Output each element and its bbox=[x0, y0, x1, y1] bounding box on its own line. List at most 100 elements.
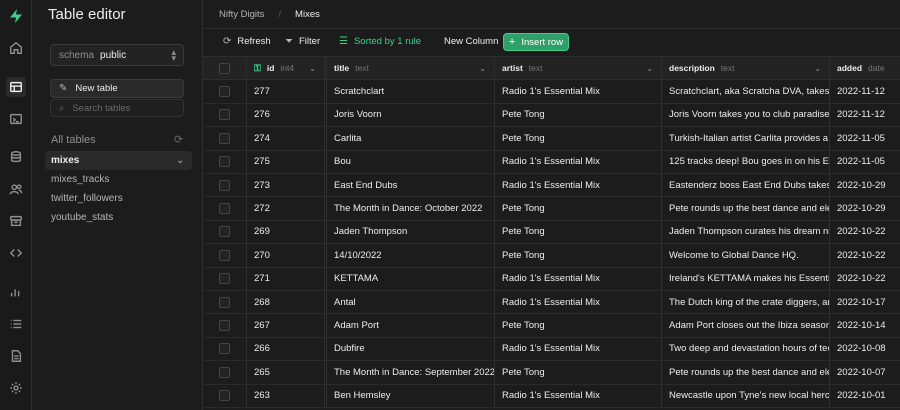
cell-title[interactable]: Bou bbox=[326, 150, 495, 173]
new-table-button[interactable]: ✎ New table bbox=[50, 79, 184, 98]
cell-description[interactable]: Jaden Thompson curates his dream night bbox=[662, 220, 830, 244]
row-checkbox[interactable] bbox=[219, 249, 230, 261]
table-row[interactable]: 273 East End Dubs Radio 1's Essential Mix E… bbox=[203, 174, 900, 198]
cell-id[interactable]: 266 bbox=[247, 337, 325, 361]
cell-artist[interactable]: Radio 1's Essential Mix bbox=[495, 174, 662, 197]
logs-icon[interactable] bbox=[6, 314, 26, 334]
users-icon[interactable] bbox=[6, 179, 26, 199]
breadcrumb-project[interactable]: Nifty Digits bbox=[219, 9, 264, 20]
cell-id[interactable]: 267 bbox=[247, 314, 325, 337]
table-row[interactable]: 274 Carlita Pete Tong Turkish-Italian artis… bbox=[203, 127, 900, 151]
insert-row-button[interactable]: + Insert row bbox=[503, 33, 569, 51]
table-item-youtube-stats[interactable]: youtube_stats bbox=[45, 208, 192, 227]
cell-id[interactable]: 265 bbox=[247, 361, 325, 384]
table-row[interactable]: 265 The Month in Dance: September 2022 Pet… bbox=[203, 361, 900, 385]
refresh-tables-icon[interactable]: ⟳ bbox=[174, 133, 183, 146]
chevron-down-icon[interactable]: ⌄ bbox=[646, 64, 653, 73]
cell-title[interactable]: Antal bbox=[326, 291, 495, 314]
table-item-twitter-followers[interactable]: twitter_followers bbox=[45, 189, 192, 208]
table-row[interactable]: 268 Antal Radio 1's Essential Mix The Dutch… bbox=[203, 291, 900, 315]
cell-title[interactable]: Joris Voorn bbox=[326, 103, 495, 127]
cell-description[interactable]: Pete rounds up the best dance and electr… bbox=[662, 197, 830, 220]
row-checkbox[interactable] bbox=[219, 86, 230, 98]
database-icon[interactable] bbox=[6, 147, 26, 167]
cell-description[interactable]: Eastenderz boss East End Dubs takes over bbox=[662, 174, 830, 197]
table-row[interactable]: 275 Bou Radio 1's Essential Mix 125 tracks … bbox=[203, 150, 900, 174]
storage-icon[interactable] bbox=[6, 211, 26, 231]
table-editor-icon[interactable] bbox=[6, 77, 26, 97]
cell-artist[interactable]: Pete Tong bbox=[495, 220, 662, 244]
cell-title[interactable]: Carlita bbox=[326, 127, 495, 150]
row-checkbox[interactable] bbox=[219, 109, 230, 121]
cell-artist[interactable]: Pete Tong bbox=[495, 103, 662, 127]
search-tables-input[interactable]: ⌕ Search tables bbox=[50, 99, 184, 117]
table-row[interactable]: 267 Adam Port Pete Tong Adam Port closes ou… bbox=[203, 314, 900, 338]
cell-added[interactable]: 2022-10-17 bbox=[830, 291, 900, 313]
column-header-title[interactable]: title text ⌄ bbox=[326, 57, 495, 80]
docs-icon[interactable] bbox=[6, 346, 26, 366]
column-header-id[interactable]: ⚿ id int4 ⌄ bbox=[247, 57, 325, 80]
cell-description[interactable]: Adam Port closes out the Ibiza season wi… bbox=[662, 314, 830, 337]
cell-artist[interactable]: Pete Tong bbox=[495, 244, 662, 267]
table-row[interactable]: 269 Jaden Thompson Pete Tong Jaden Thompson… bbox=[203, 220, 900, 245]
cell-description[interactable]: Newcastle upon Tyne's new local hero Be bbox=[662, 384, 830, 407]
sql-editor-icon[interactable] bbox=[6, 109, 26, 129]
cell-added[interactable]: 2022-10-29 bbox=[830, 197, 900, 219]
settings-gear-icon[interactable] bbox=[6, 378, 26, 398]
column-header-added[interactable]: added date bbox=[830, 57, 900, 79]
cell-title[interactable]: Jaden Thompson bbox=[326, 220, 495, 244]
cell-artist[interactable]: Pete Tong bbox=[495, 197, 662, 220]
row-checkbox[interactable] bbox=[219, 179, 230, 191]
cell-added[interactable]: 2022-10-22 bbox=[830, 221, 900, 243]
supabase-logo-icon[interactable] bbox=[6, 6, 26, 26]
cell-added[interactable]: 2022-11-12 bbox=[830, 80, 900, 102]
cell-description[interactable]: Ireland's KETTAMA makes his Essential Mi bbox=[662, 267, 830, 290]
chevron-down-icon[interactable]: ⌄ bbox=[176, 155, 184, 166]
cell-description[interactable]: The Dutch king of the crate diggers, and… bbox=[662, 291, 830, 314]
table-item-mixes[interactable]: mixes ⌄ bbox=[45, 151, 192, 170]
cell-description[interactable]: Turkish-Italian artist Carlita provides … bbox=[662, 127, 830, 150]
cell-id[interactable]: 271 bbox=[247, 267, 325, 290]
cell-id[interactable]: 263 bbox=[247, 384, 325, 407]
cell-artist[interactable]: Pete Tong bbox=[495, 361, 662, 384]
code-icon[interactable] bbox=[6, 243, 26, 263]
cell-title[interactable]: Ben Hemsley bbox=[326, 384, 495, 407]
cell-title[interactable]: Dubfire bbox=[326, 337, 495, 361]
row-checkbox[interactable] bbox=[219, 390, 230, 402]
cell-added[interactable]: 2022-11-12 bbox=[830, 104, 900, 126]
breadcrumb-table[interactable]: Mixes bbox=[295, 9, 320, 20]
sort-button[interactable]: ☰ Sorted by 1 rule bbox=[339, 36, 421, 47]
schema-select[interactable]: schema public ▴ ▾ bbox=[50, 44, 184, 66]
reports-icon[interactable] bbox=[6, 282, 26, 302]
row-checkbox[interactable] bbox=[219, 132, 230, 144]
chevron-down-icon[interactable]: ⌄ bbox=[479, 64, 486, 73]
cell-description[interactable]: Two deep and devastation hours of techn bbox=[662, 337, 830, 361]
cell-artist[interactable]: Pete Tong bbox=[495, 314, 662, 337]
cell-artist[interactable]: Radio 1's Essential Mix bbox=[495, 291, 662, 314]
cell-description[interactable]: 125 tracks deep! Bou goes in on his Esse… bbox=[662, 150, 830, 173]
column-header-artist[interactable]: artist text ⌄ bbox=[495, 57, 662, 80]
cell-title[interactable]: Scratchclart bbox=[326, 80, 495, 103]
table-row[interactable]: 277 Scratchclart Radio 1's Essential Mix Sc… bbox=[203, 80, 900, 104]
cell-added[interactable]: 2022-11-05 bbox=[830, 151, 900, 173]
cell-description[interactable]: Pete rounds up the best dance and electr… bbox=[662, 361, 830, 384]
cell-description[interactable]: Joris Voorn takes you to club paradise. bbox=[662, 103, 830, 127]
table-row[interactable]: 266 Dubfire Radio 1's Essential Mix Two dee… bbox=[203, 337, 900, 362]
cell-title[interactable]: The Month in Dance: September 2022 bbox=[326, 361, 495, 384]
cell-title[interactable]: The Month in Dance: October 2022 bbox=[326, 197, 495, 220]
cell-artist[interactable]: Radio 1's Essential Mix bbox=[495, 337, 662, 361]
row-checkbox[interactable] bbox=[219, 366, 230, 378]
cell-id[interactable]: 268 bbox=[247, 291, 325, 314]
column-header-description[interactable]: description text ⌄ bbox=[662, 57, 830, 80]
row-checkbox[interactable] bbox=[219, 226, 230, 238]
row-checkbox[interactable] bbox=[219, 296, 230, 308]
cell-artist[interactable]: Radio 1's Essential Mix bbox=[495, 150, 662, 173]
row-checkbox[interactable] bbox=[219, 156, 230, 168]
cell-id[interactable]: 272 bbox=[247, 197, 325, 220]
cell-id[interactable]: 275 bbox=[247, 150, 325, 173]
cell-title[interactable]: KETTAMA bbox=[326, 267, 495, 290]
cell-description[interactable]: Scratchclart, aka Scratcha DVA, takes ov… bbox=[662, 80, 830, 103]
cell-added[interactable]: 2022-11-05 bbox=[830, 127, 900, 149]
table-row[interactable]: 263 Ben Hemsley Radio 1's Essential Mix New… bbox=[203, 384, 900, 408]
chevron-down-icon[interactable]: ⌄ bbox=[309, 64, 316, 73]
